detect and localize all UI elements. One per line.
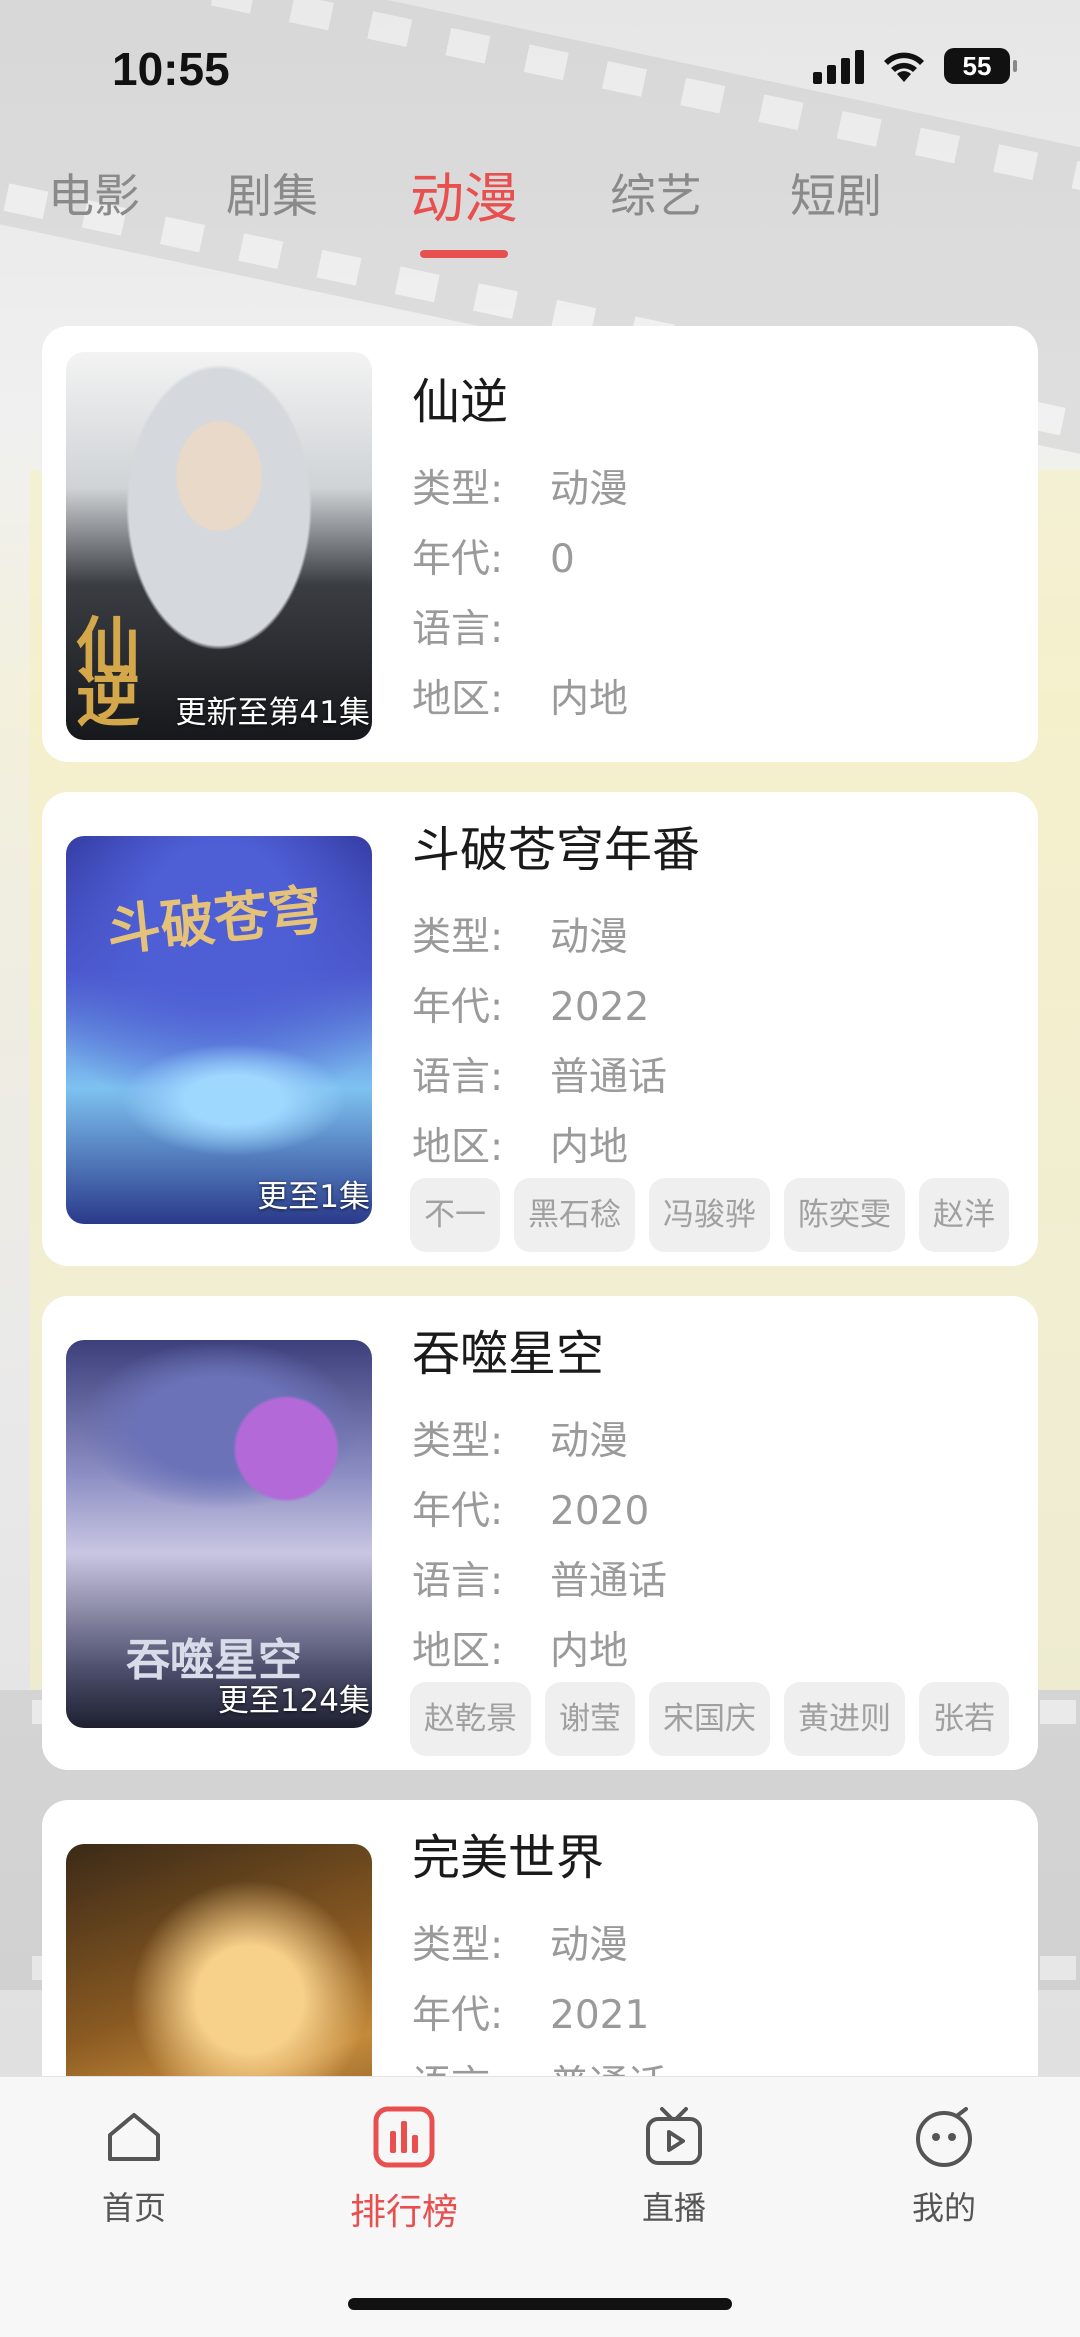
tabbar-home-label: 首页 xyxy=(101,2189,166,2227)
tabbar-live-label: 直播 xyxy=(641,2189,706,2227)
language-value: 普通话 xyxy=(550,2063,667,2076)
region-row: 地区: 内地 xyxy=(412,668,628,724)
cast-chips: 赵乾景 谢莹 宋国庆 黄进则 张若 xyxy=(410,1682,1026,1758)
region-row: 地区: 内地 xyxy=(412,1116,628,1172)
region-row: 地区: 内地 xyxy=(412,1620,628,1676)
language-label: 语言: xyxy=(412,1055,504,1100)
episode-badge: 更至124集 xyxy=(217,1683,370,1719)
list-item[interactable]: 吞噬星空 更至124集 吞噬星空 类型: 动漫 年代: 2020 语言: 普通话 地区… xyxy=(42,1296,1038,1770)
list-item[interactable]: 斗破苍穹 更至1集 斗破苍穹年番 类型: 动漫 年代: 2022 语言: 普通话 地区… xyxy=(42,792,1038,1266)
genre-row: 类型: 动漫 xyxy=(412,906,628,962)
tabbar-home[interactable]: 首页 xyxy=(34,2105,234,2229)
home-indicator xyxy=(348,2298,732,2310)
screen: 10:55 55 电影 剧集 动漫 综艺 短剧 仙逆 更新至第41集 仙逆 类型… xyxy=(0,0,1080,2337)
region-value: 内地 xyxy=(550,1125,629,1170)
episode-badge: 更至1集 xyxy=(257,1179,370,1215)
cast-chip[interactable]: 黑石稔 xyxy=(514,1178,635,1252)
year-label: 年代: xyxy=(412,537,504,582)
language-row: 语言:普通话 xyxy=(412,2054,667,2076)
language-row: 语言: 普通话 xyxy=(412,1046,667,1102)
poster-logo: 仙逆 xyxy=(76,612,140,736)
year-row: 年代: 2022 xyxy=(412,976,649,1032)
year-value: 2020 xyxy=(550,1489,650,1534)
year-label: 年代: xyxy=(412,1993,504,2038)
episode-badge: 更新至第41集 xyxy=(175,695,370,731)
cast-chip[interactable]: 不一 xyxy=(410,1178,500,1252)
tabbar-ranking-label: 排行榜 xyxy=(349,2192,458,2233)
tabbar-live[interactable]: 直播 xyxy=(574,2105,774,2229)
genre-row: 类型: 动漫 xyxy=(412,458,628,514)
list-item[interactable]: 仙逆 更新至第41集 仙逆 类型: 动漫 年代: 0 语言: 地区: 内地 xyxy=(42,326,1038,762)
cast-chip[interactable]: 陈奕雯 xyxy=(784,1178,905,1252)
tabbar-ranking[interactable]: 排行榜 xyxy=(304,2105,504,2235)
genre-value: 动漫 xyxy=(550,1923,629,1968)
region-value: 内地 xyxy=(550,677,629,722)
ranking-chart-icon xyxy=(373,2106,435,2168)
cast-chip[interactable]: 赵乾景 xyxy=(410,1682,531,1756)
year-row: 年代: 2020 xyxy=(412,1480,649,1536)
language-label: 语言: xyxy=(412,2054,550,2076)
genre-label: 类型: xyxy=(412,1923,504,1968)
poster-image: 斗破苍穹 更至1集 xyxy=(66,836,372,1224)
year-value: 0 xyxy=(550,537,575,582)
region-label: 地区: xyxy=(412,677,504,722)
year-row: 年代: 0 xyxy=(412,528,575,584)
item-title: 斗破苍穹年番 xyxy=(412,822,701,878)
poster-logo: 斗破苍穹 xyxy=(103,877,326,964)
item-title: 吞噬星空 xyxy=(412,1326,605,1382)
region-value: 内地 xyxy=(550,1629,629,1674)
poster-image: 仙逆 更新至第41集 xyxy=(66,352,372,740)
region-label: 地区: xyxy=(412,1125,504,1170)
genre-value: 动漫 xyxy=(550,1419,629,1464)
tv-play-icon xyxy=(646,2107,702,2165)
year-row: 年代: 2021 xyxy=(412,1984,649,2040)
genre-value: 动漫 xyxy=(550,467,629,512)
smiley-profile-icon xyxy=(916,2107,972,2167)
ranking-list: 仙逆 更新至第41集 仙逆 类型: 动漫 年代: 0 语言: 地区: 内地 斗破苍穹 … xyxy=(0,0,1080,2076)
language-label: 语言: xyxy=(412,1559,504,1604)
genre-row: 类型: 动漫 xyxy=(412,1410,628,1466)
genre-label: 类型: xyxy=(412,1419,504,1464)
year-value: 2021 xyxy=(550,1993,650,2038)
genre-value: 动漫 xyxy=(550,915,629,960)
cast-chip[interactable]: 张若 xyxy=(919,1682,1009,1756)
cast-chip[interactable]: 谢莹 xyxy=(545,1682,635,1756)
item-title: 仙逆 xyxy=(412,374,509,430)
list-item[interactable]: 完美世界 类型: 动漫 年代: 2021 语言:普通话 xyxy=(42,1800,1038,2076)
tabbar-mine[interactable]: 我的 xyxy=(844,2105,1044,2229)
home-icon xyxy=(108,2113,160,2161)
year-value: 2022 xyxy=(550,985,650,1030)
item-title: 完美世界 xyxy=(412,1830,605,1886)
cast-chip[interactable]: 黄进则 xyxy=(784,1682,905,1756)
language-value: 普通话 xyxy=(550,1559,668,1604)
cast-chip[interactable]: 宋国庆 xyxy=(649,1682,770,1756)
cast-chip[interactable]: 赵洋 xyxy=(919,1178,1009,1252)
year-label: 年代: xyxy=(412,1489,504,1534)
region-label: 地区: xyxy=(412,1629,504,1674)
cast-chip[interactable]: 冯骏骅 xyxy=(649,1178,770,1252)
language-label: 语言: xyxy=(412,607,504,652)
genre-label: 类型: xyxy=(412,915,504,960)
poster-image: 吞噬星空 更至124集 xyxy=(66,1340,372,1728)
language-row: 语言: xyxy=(412,598,550,654)
genre-label: 类型: xyxy=(412,467,504,512)
cast-chips: 不一 黑石稔 冯骏骅 陈奕雯 赵洋 xyxy=(410,1178,1026,1254)
tabbar-mine-label: 我的 xyxy=(911,2189,976,2227)
language-row: 语言: 普通话 xyxy=(412,1550,667,1606)
poster-image xyxy=(66,1844,372,2076)
year-label: 年代: xyxy=(412,985,504,1030)
language-value: 普通话 xyxy=(550,1055,668,1100)
genre-row: 类型: 动漫 xyxy=(412,1914,628,1970)
